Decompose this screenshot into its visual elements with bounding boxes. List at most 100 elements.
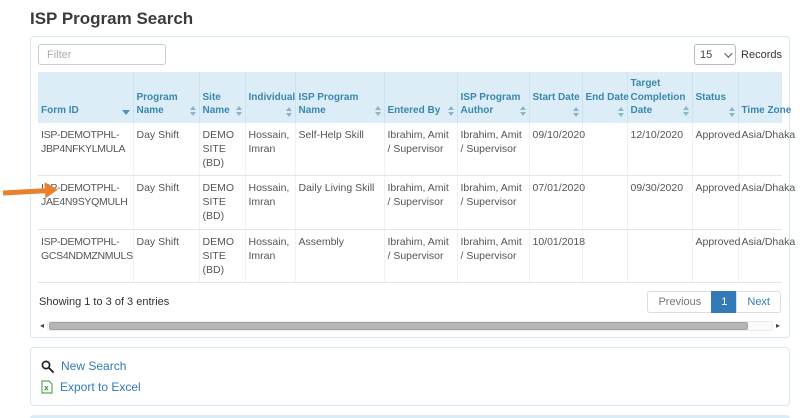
column-header-status[interactable]: Status [692, 72, 739, 123]
cell-end-date [582, 122, 628, 177]
cell-isp-program-author: Ibrahim, Amit / Supervisor [457, 229, 530, 284]
cell-status: Approved [692, 229, 740, 284]
page-title: ISP Program Search [30, 9, 194, 28]
scrollbar-track[interactable] [47, 320, 773, 331]
cell-target-completion-date [627, 229, 693, 284]
cell-isp-program-name: Assembly [295, 229, 385, 284]
table-row[interactable]: ISP-DEMOTPHL-JBP4NFKYLMULA Day Shift DEM… [38, 122, 795, 177]
scrollbar-thumb[interactable] [49, 321, 748, 330]
sort-desc-icon [121, 110, 130, 115]
sort-both-icon [375, 106, 381, 116]
column-header-label: Program Name [136, 91, 178, 117]
actions-panel: New Search x Export to Excel [30, 347, 790, 407]
records-label: Records [741, 48, 782, 61]
column-header-label: Target Completion Date [630, 78, 686, 116]
column-header-label: Status [695, 92, 727, 103]
cell-site-name: DEMO SITE (BD) [199, 122, 246, 177]
cell-program-name: Day Shift [133, 229, 200, 284]
column-header-end-date[interactable]: End Date [582, 72, 629, 123]
cell-status: Approved [692, 175, 740, 230]
sort-both-icon [236, 106, 242, 116]
cell-individual: Hossain, Imran [245, 175, 296, 230]
column-header-site-name[interactable]: Site Name [199, 72, 246, 123]
excel-file-icon: x [41, 380, 53, 394]
column-header-label: Form ID [41, 105, 79, 116]
cell-individual: Hossain, Imran [245, 229, 296, 284]
cell-start-date: 10/01/2018 [529, 229, 585, 284]
scroll-left-icon[interactable]: ◂ [38, 320, 46, 331]
column-header-isp-program-name[interactable]: ISP Program Name [295, 72, 385, 123]
export-excel-link[interactable]: x Export to Excel [41, 380, 141, 394]
records-select[interactable]: 15 [694, 44, 737, 65]
column-header-target-completion-date[interactable]: Target Completion Date [627, 72, 693, 123]
pagination-page-1-button[interactable]: 1 [711, 291, 738, 314]
cell-program-name: Day Shift [133, 175, 200, 230]
sort-both-icon [190, 106, 196, 116]
cell-start-date: 07/01/2020 [529, 175, 585, 230]
cell-time-zone: Asia/Dhaka [738, 229, 795, 284]
column-header-entered-by[interactable]: Entered By [384, 72, 458, 123]
records-select-value: 15 [700, 48, 713, 61]
column-header-individual[interactable]: Individual [245, 72, 296, 123]
column-header-start-date[interactable]: Start Date [529, 72, 583, 123]
column-header-time-zone[interactable]: Time Zone [738, 72, 791, 123]
cell-isp-program-name: Daily Living Skill [295, 175, 385, 230]
filter-input[interactable] [38, 44, 166, 65]
cell-time-zone: Asia/Dhaka [738, 175, 795, 230]
records-per-page: 15 Records [694, 44, 782, 65]
column-header-isp-program-author[interactable]: ISP Program Author [457, 72, 530, 123]
sort-both-icon [448, 106, 454, 116]
column-header-label: Site Name [202, 91, 230, 117]
cell-entered-by: Ibrahim, Amit / Supervisor [384, 175, 458, 230]
pagination-previous-button[interactable]: Previous [647, 291, 713, 314]
cell-end-date [582, 229, 628, 284]
column-header-label: Individual [248, 92, 296, 103]
horizontal-scrollbar[interactable]: ◂ ▸ [38, 320, 782, 331]
cell-program-name: Day Shift [133, 122, 200, 177]
column-header-program-name[interactable]: Program Name [133, 72, 200, 123]
table-row[interactable]: ISP-DEMOTPHL-JAE4N9SYQMULH Day Shift DEM… [38, 175, 795, 230]
scroll-right-icon[interactable]: ▸ [774, 320, 782, 331]
cell-start-date: 09/10/2020 [529, 122, 585, 177]
pagination: Previous 1 Next [647, 291, 781, 314]
pagination-next-button[interactable]: Next [736, 291, 781, 314]
cell-entered-by: Ibrahim, Amit / Supervisor [384, 229, 458, 284]
new-search-label: New Search [61, 359, 127, 374]
sort-both-icon [573, 107, 579, 117]
chevron-down-icon [724, 48, 733, 58]
cell-time-zone: Asia/Dhaka [738, 122, 795, 177]
annotation-arrow-icon [2, 181, 60, 201]
cell-end-date [582, 175, 628, 230]
cell-isp-program-author: Ibrahim, Amit / Supervisor [457, 175, 530, 230]
table-toolbar: 15 Records [38, 44, 782, 65]
column-header-label: Time Zone [741, 105, 792, 116]
export-excel-label: Export to Excel [60, 380, 141, 395]
column-header-label: Entered By [387, 105, 441, 116]
cell-target-completion-date: 09/30/2020 [627, 175, 693, 230]
column-header-form-id[interactable]: Form ID [38, 72, 134, 123]
cell-isp-program-author: Ibrahim, Amit / Supervisor [457, 122, 530, 177]
svg-text:x: x [44, 383, 49, 393]
results-table: Form ID Program Name Site Name Individua… [38, 72, 795, 284]
sort-both-icon [683, 106, 689, 116]
cell-entered-by: Ibrahim, Amit / Supervisor [384, 122, 458, 177]
search-icon [41, 360, 54, 373]
entries-summary: Showing 1 to 3 of 3 entries [39, 296, 170, 309]
cell-status: Approved [692, 122, 740, 177]
cell-form-id: ISP-DEMOTPHL-JBP4NFKYLMULA [38, 122, 134, 177]
cell-site-name: DEMO SITE (BD) [199, 229, 246, 284]
column-header-label: ISP Program Author [460, 91, 521, 117]
table-row[interactable]: ISP-DEMOTPHL-GCS4NDMZNMULS Day Shift DEM… [38, 229, 795, 284]
cell-target-completion-date: 12/10/2020 [627, 122, 693, 177]
column-header-label: ISP Program Name [298, 91, 359, 117]
cell-site-name: DEMO SITE (BD) [199, 175, 246, 230]
sort-both-icon [286, 107, 292, 117]
new-search-link[interactable]: New Search [41, 359, 126, 373]
cell-individual: Hossain, Imran [245, 122, 296, 177]
results-panel: 15 Records Form ID Program Name Site Nam… [30, 36, 795, 339]
sort-both-icon [729, 107, 735, 117]
cell-form-id: ISP-DEMOTPHL-GCS4NDMZNMULS [38, 229, 134, 284]
table-header-row: Form ID Program Name Site Name Individua… [38, 72, 791, 123]
cell-isp-program-name: Self-Help Skill [295, 122, 385, 177]
sort-both-icon [618, 107, 624, 117]
